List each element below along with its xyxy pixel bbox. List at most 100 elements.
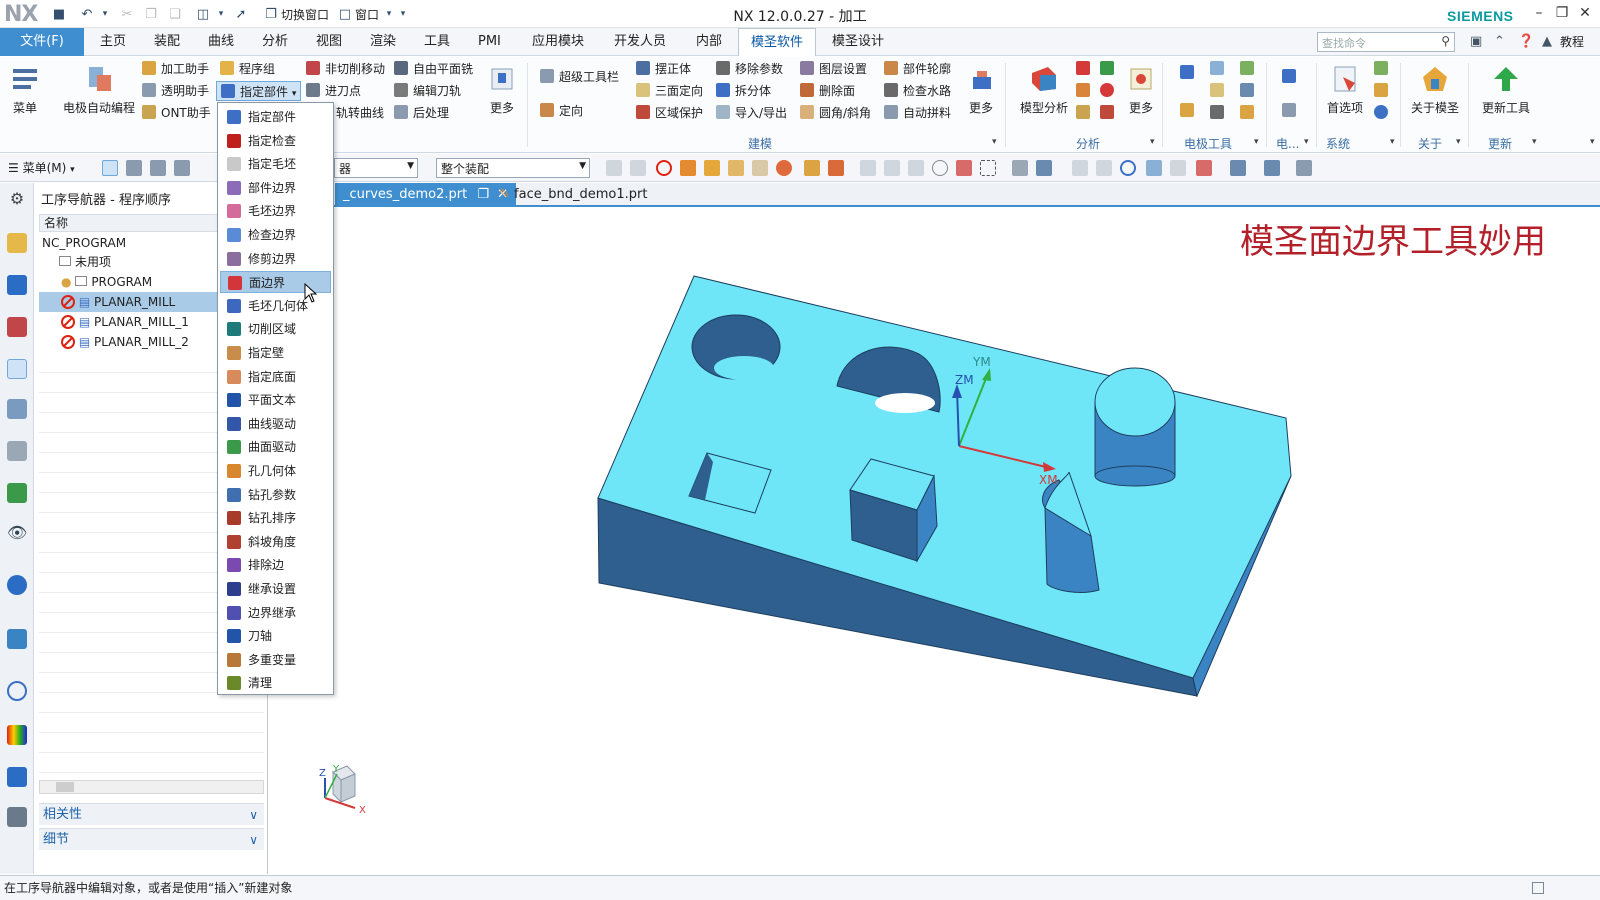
menu-analysis[interactable]: 分析 xyxy=(262,28,288,56)
dropdown-item-boundary-inherit[interactable]: 边界继承 xyxy=(220,602,331,624)
snap-icon[interactable] xyxy=(606,160,622,176)
cube-analysis-button[interactable] xyxy=(1076,103,1095,123)
dropdown-item-hole-geometry[interactable]: 孔几何体 xyxy=(220,460,331,482)
auto-stock-button[interactable]: 自动拼料 xyxy=(884,103,951,123)
pin-button[interactable] xyxy=(1100,59,1119,79)
render-style-icon[interactable] xyxy=(1230,160,1246,176)
electrode-tool-8-button[interactable] xyxy=(1240,103,1259,123)
electrode-tool-5-button[interactable] xyxy=(1210,81,1229,101)
layer-settings-button[interactable]: 图层设置 xyxy=(800,59,867,79)
fillet-chamfer-button[interactable]: 圆角/斜角 xyxy=(800,103,871,123)
group-expand-icon[interactable]: ▾ xyxy=(1456,137,1461,147)
operation-navigator-icon[interactable] xyxy=(7,359,27,379)
super-toolbar-button[interactable]: 超级工具栏 xyxy=(540,67,619,87)
dropdown-item-exclude-edge[interactable]: 排除边 xyxy=(220,554,331,576)
menu-tools[interactable]: 工具 xyxy=(424,28,450,56)
details-panel[interactable]: 细节 ∨ xyxy=(39,828,264,850)
snap-center-icon[interactable] xyxy=(932,160,948,176)
dropdown-item-curve-drive[interactable]: 曲线驱动 xyxy=(220,413,331,435)
copy-icon[interactable]: ❐ xyxy=(142,5,160,23)
menu-assembly[interactable]: 装配 xyxy=(154,28,180,56)
remove-params-button[interactable]: 移除参数 xyxy=(716,59,783,79)
pan-icon[interactable] xyxy=(1146,160,1162,176)
specify-part-dropdown-icon[interactable]: ▾ xyxy=(292,89,297,99)
switch-window-icon[interactable]: ❐ xyxy=(262,5,280,23)
system-scene-icon[interactable] xyxy=(7,807,27,827)
transparent-helper-button[interactable]: 透明助手 xyxy=(142,81,209,101)
path-to-curve-button[interactable]: 轨转曲线 xyxy=(336,103,384,123)
electrode-extra-1-button[interactable] xyxy=(1282,67,1301,87)
float-icon[interactable]: ❐ xyxy=(477,187,489,202)
dropdown-item-specify-check[interactable]: 指定检查 xyxy=(220,130,331,152)
about-mosheng-button[interactable]: 关于模圣 xyxy=(1404,63,1466,116)
status-window-icon[interactable] xyxy=(1532,882,1544,894)
customize-icon[interactable]: ▾ xyxy=(394,5,412,23)
group-expand-icon[interactable]: ▾ xyxy=(1532,137,1537,147)
machining-helper-button[interactable]: 加工助手 xyxy=(142,59,209,79)
horizontal-scrollbar[interactable] xyxy=(39,780,264,794)
system-1-button[interactable] xyxy=(1374,59,1393,79)
save-icon[interactable]: ■ xyxy=(50,5,68,23)
model-analysis-button[interactable]: 模型分析 xyxy=(1016,63,1072,116)
menu-pmi[interactable]: PMI xyxy=(478,28,501,56)
ribbon-options-dropdown-icon[interactable]: ▾ xyxy=(1590,137,1595,147)
area-protect-button[interactable]: 区域保护 xyxy=(636,103,703,123)
close-icon[interactable]: ✕ xyxy=(1576,5,1594,23)
tutorial-button[interactable]: 教程 xyxy=(1560,28,1584,56)
snap-6-icon[interactable] xyxy=(956,160,972,176)
scrollbar-thumb[interactable] xyxy=(56,782,74,792)
gauge-button[interactable] xyxy=(1100,81,1119,101)
dropdown-item-specify-part[interactable]: 指定部件 xyxy=(220,106,331,128)
system-help-button[interactable] xyxy=(1374,103,1393,123)
sheet-filter-icon[interactable] xyxy=(752,160,768,176)
group-expand-icon[interactable]: ▾ xyxy=(1390,137,1395,147)
more-button-2[interactable]: 更多 xyxy=(964,63,998,116)
more-button-1[interactable]: 更多 xyxy=(486,63,518,116)
zoom-icon[interactable] xyxy=(1096,160,1112,176)
electrode-tool-7-button[interactable] xyxy=(1210,103,1229,123)
menu-mosheng-software[interactable]: 模圣软件 xyxy=(738,28,817,56)
nav-view-method-icon[interactable] xyxy=(174,160,190,176)
entry-point-button[interactable]: 进刀点 xyxy=(306,81,361,101)
non-cutting-move-button[interactable]: 非切削移动 xyxy=(306,59,385,79)
dropdown-item-drill-params[interactable]: 钻孔参数 xyxy=(220,484,331,506)
nav-view-program-icon[interactable] xyxy=(102,160,118,176)
dropdown-item-drill-order[interactable]: 钻孔排序 xyxy=(220,507,331,529)
program-group-button[interactable]: 程序组 xyxy=(220,59,275,79)
info-icon[interactable] xyxy=(7,575,27,595)
machine-navigator-icon[interactable] xyxy=(7,399,27,419)
face-filter-icon[interactable] xyxy=(704,160,720,176)
electrode-extra-2-button[interactable] xyxy=(1282,101,1301,121)
tab-face-bnd-demo1[interactable]: ✎ face_bnd_demo1.prt xyxy=(491,183,655,207)
orient-button[interactable]: 定向 xyxy=(540,101,583,121)
edit-toolpath-button[interactable]: 编辑刀轨 xyxy=(394,81,461,101)
help-icon[interactable]: ❓ xyxy=(1518,34,1534,49)
box-select-icon[interactable] xyxy=(980,160,996,176)
point-filter-icon[interactable] xyxy=(804,160,820,176)
update-tool-button[interactable]: 更新工具 xyxy=(1474,63,1538,116)
window-button[interactable]: 窗口 xyxy=(355,6,379,23)
dropdown-item-specify-wall[interactable]: 指定壁 xyxy=(220,342,331,364)
command-icon[interactable]: ◫ xyxy=(194,5,212,23)
settings-icon[interactable]: ⚙ xyxy=(7,189,27,209)
ont-helper-button[interactable]: ONT助手 xyxy=(142,103,211,123)
electrode-tool-3-button[interactable] xyxy=(1240,59,1259,79)
snap-3-icon[interactable] xyxy=(860,160,876,176)
no-selection-icon[interactable] xyxy=(656,160,672,176)
align-body-button[interactable]: 摆正体 xyxy=(636,59,691,79)
dropdown-item-ramp-angle[interactable]: 斜坡角度 xyxy=(220,531,331,553)
delete-face-button[interactable]: 删除面 xyxy=(800,81,855,101)
dropdown-item-inherit-settings[interactable]: 继承设置 xyxy=(220,578,331,600)
solid-filter-icon[interactable] xyxy=(728,160,744,176)
undo-dropdown-icon[interactable]: ▾ xyxy=(96,5,114,23)
model-view[interactable]: XM YM ZM X Y Z xyxy=(269,208,1600,874)
menu-app-module[interactable]: 应用模块 xyxy=(532,28,584,56)
constraint-navigator-icon[interactable] xyxy=(7,317,27,337)
role-icon[interactable] xyxy=(7,767,27,787)
dependencies-panel[interactable]: 相关性 ∨ xyxy=(39,803,264,825)
type-filter-select[interactable]: 器 ▼ xyxy=(334,158,418,178)
collapse-ribbon-icon[interactable]: ⌃ xyxy=(1494,34,1505,49)
snap-5-icon[interactable] xyxy=(908,160,924,176)
menu-developer[interactable]: 开发人员 xyxy=(614,28,666,56)
cut-icon[interactable]: ✂ xyxy=(118,5,136,23)
